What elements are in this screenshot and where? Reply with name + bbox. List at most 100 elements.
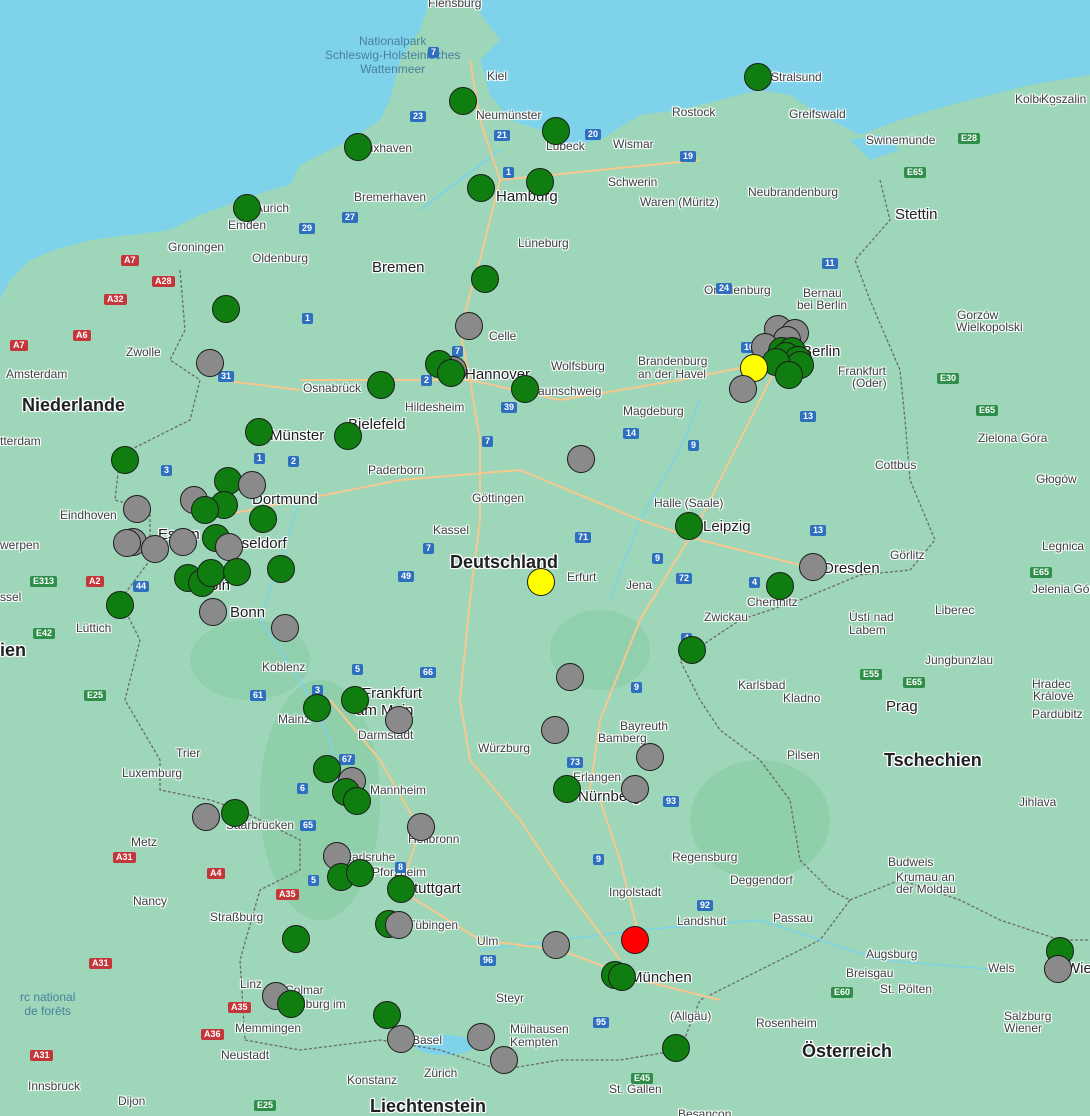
city-label-leipzig: Leipzig [703,518,751,535]
map-marker-green[interactable] [346,859,374,887]
map-marker-green[interactable] [662,1034,690,1062]
city-label-neustadt: Neustadt [221,1048,270,1062]
map-marker-green[interactable] [766,572,794,600]
map-marker-gray[interactable] [169,528,197,556]
city-label-breisgau: Breisgau [846,966,894,980]
map-marker-green[interactable] [608,963,636,991]
map-marker-gray[interactable] [238,471,266,499]
road-shield-e28: E28 [958,133,981,144]
country-label-tschechien: Tschechien [884,750,982,770]
map-marker-gray[interactable] [799,553,827,581]
map-marker-gray[interactable] [123,495,151,523]
map-marker-green[interactable] [675,512,703,540]
road-shield-29: 29 [299,223,316,234]
map-marker-green[interactable] [678,636,706,664]
map-marker-green[interactable] [223,558,251,586]
map-marker-gray[interactable] [1044,955,1072,983]
map-marker-gray[interactable] [407,813,435,841]
map-marker-green[interactable] [437,359,465,387]
map-marker-green[interactable] [542,117,570,145]
map-marker-green[interactable] [106,591,134,619]
map-marker-green[interactable] [344,133,372,161]
map-marker-gray[interactable] [455,312,483,340]
city-label-innsbruck: Innsbruck [28,1079,81,1093]
map-marker-gray[interactable] [729,375,757,403]
map-marker-green[interactable] [341,686,369,714]
map-marker-gray[interactable] [385,706,413,734]
city-label-legnica: Legnica [1042,539,1085,553]
city-label-der-moldau: der Moldau [896,882,957,896]
road-shield-e313: E313 [30,576,58,587]
map-marker-gray[interactable] [113,529,141,557]
map-marker-gray[interactable] [387,1025,415,1053]
map-marker-gray[interactable] [567,445,595,473]
map-marker-green[interactable] [343,787,371,815]
map-marker-gray[interactable] [196,349,224,377]
map-marker-green[interactable] [249,505,277,533]
road-shield-e42: E42 [33,628,56,639]
city-label-bremerhaven: Bremerhaven [354,190,427,204]
map-canvas[interactable]: Nationalpark Schleswig-Holsteinisches Wa… [0,0,1090,1116]
map-marker-green[interactable] [553,775,581,803]
road-shield-a2: A2 [86,576,104,587]
city-label-mu-nchen: München [630,969,692,986]
city-label-oldenburg: Oldenburg [252,251,309,265]
map-marker-gray[interactable] [141,535,169,563]
map-marker-gray[interactable] [271,614,299,642]
map-marker-gray[interactable] [542,931,570,959]
map-marker-green[interactable] [245,418,273,446]
road-shield-a31: A31 [113,852,136,863]
city-label-stra-burg: Straßburg [210,910,264,924]
map-marker-gray[interactable] [636,743,664,771]
road-shield-7: 7 [423,543,435,554]
map-marker-green[interactable] [526,168,554,196]
map-marker-gray[interactable] [467,1023,495,1051]
city-label-deggendorf: Deggendorf [730,873,793,887]
map-marker-green[interactable] [197,559,225,587]
road-shield-9: 9 [593,854,605,865]
city-label-mu-lhausen: Mülhausen [510,1022,569,1036]
map-marker-green[interactable] [303,694,331,722]
city-label-passau: Passau [773,911,814,925]
map-marker-green[interactable] [313,755,341,783]
road-shield-a7: A7 [10,340,28,351]
map-marker-green[interactable] [267,555,295,583]
map-marker-gray[interactable] [385,911,413,939]
map-marker-green[interactable] [111,446,139,474]
map-marker-yellow[interactable] [527,568,555,596]
map-marker-gray[interactable] [192,803,220,831]
city-label-go-rlitz: Görlitz [890,548,925,562]
map-marker-green[interactable] [334,422,362,450]
map-marker-green[interactable] [221,799,249,827]
map-marker-green[interactable] [212,295,240,323]
road-shield-5: 5 [352,664,364,675]
map-marker-green[interactable] [467,174,495,202]
city-label-dijon: Dijon [118,1094,146,1108]
map-marker-green[interactable] [277,990,305,1018]
map-marker-green[interactable] [449,87,477,115]
map-marker-green[interactable] [511,375,539,403]
map-marker-green[interactable] [191,496,219,524]
city-label-schwerin: Schwerin [608,175,658,189]
map-marker-gray[interactable] [199,598,227,626]
map-marker-green[interactable] [233,194,261,222]
city-label-kra-love: Králové [1033,689,1074,703]
city-label-stettin: Stettin [895,206,938,223]
city-label-koszalin: Koszalin [1041,92,1087,106]
map-marker-green[interactable] [367,371,395,399]
city-label-ulm: Ulm [477,934,499,948]
map-marker-red[interactable] [621,926,649,954]
map-marker-gray[interactable] [215,533,243,561]
map-marker-green[interactable] [282,925,310,953]
map-marker-green[interactable] [387,875,415,903]
map-marker-green[interactable] [471,265,499,293]
road-shield-e25: E25 [84,690,107,701]
map-marker-gray[interactable] [541,716,569,744]
map-marker-green[interactable] [744,63,772,91]
map-marker-gray[interactable] [490,1046,518,1074]
map-marker-gray[interactable] [556,663,584,691]
map-marker-green[interactable] [775,361,803,389]
city-label-groningen: Groningen [168,240,225,254]
city-label-linz: Linz [240,977,263,991]
map-marker-gray[interactable] [621,775,649,803]
